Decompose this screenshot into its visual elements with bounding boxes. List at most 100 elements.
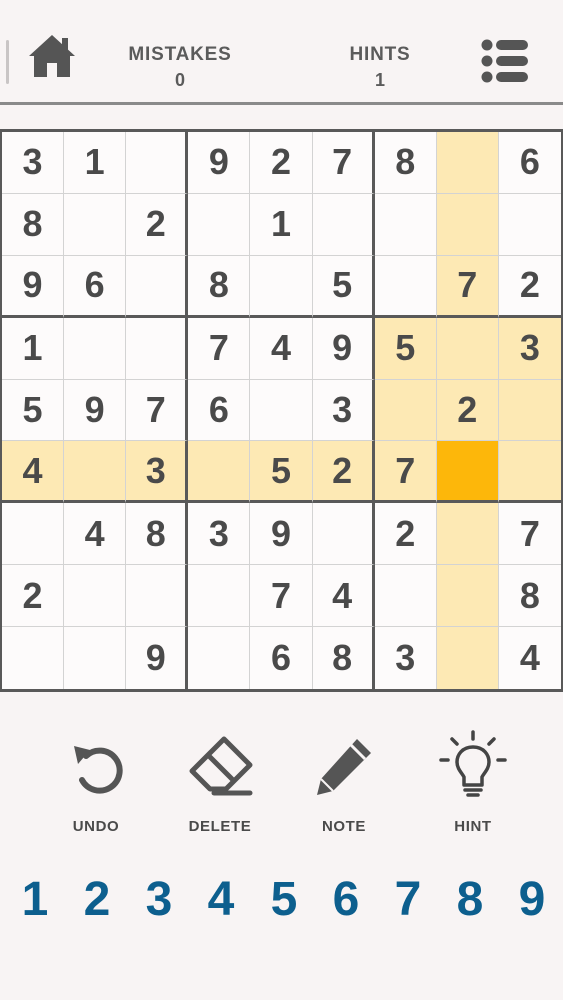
cell-r9-c9[interactable]: 4 [498, 627, 561, 689]
cell-r6-c5[interactable]: 5 [250, 441, 313, 504]
cell-r9-c1[interactable] [2, 627, 65, 689]
cell-r2-c9[interactable] [498, 193, 561, 256]
cell-r5-c7[interactable] [374, 379, 437, 442]
cell-r8-c4[interactable] [188, 565, 251, 628]
cell-r7-c9[interactable]: 7 [498, 503, 561, 566]
cell-r9-c5[interactable]: 6 [250, 627, 313, 689]
cell-r7-c1[interactable] [2, 503, 65, 566]
cell-r1-c9[interactable]: 6 [498, 132, 561, 194]
cell-r2-c3[interactable]: 2 [126, 193, 189, 256]
cell-r6-c9[interactable] [498, 441, 561, 504]
cell-r4-c8[interactable] [436, 317, 499, 380]
cell-r3-c3[interactable] [126, 255, 189, 318]
note-button[interactable]: NOTE [289, 726, 399, 835]
cell-r9-c3[interactable]: 9 [126, 627, 189, 689]
cell-r4-c5[interactable]: 4 [250, 317, 313, 380]
cell-r7-c6[interactable] [312, 503, 375, 566]
home-button[interactable] [26, 30, 78, 82]
numpad-key-6[interactable]: 6 [318, 864, 374, 934]
cell-r4-c3[interactable] [126, 317, 189, 380]
cell-r4-c9[interactable]: 3 [498, 317, 561, 380]
cell-r3-c6[interactable]: 5 [312, 255, 375, 318]
cell-r6-c7[interactable]: 7 [374, 441, 437, 504]
numpad-key-1[interactable]: 1 [7, 864, 63, 934]
numpad-key-2[interactable]: 2 [69, 864, 125, 934]
cell-r2-c4[interactable] [188, 193, 251, 256]
cell-r6-c3[interactable]: 3 [126, 441, 189, 504]
cell-r2-c2[interactable] [64, 193, 127, 256]
cell-r7-c4[interactable]: 3 [188, 503, 251, 566]
cell-r1-c1[interactable]: 3 [2, 132, 65, 194]
header-divider [0, 102, 563, 105]
cell-r8-c2[interactable] [64, 565, 127, 628]
mistakes-value: 0 [174, 70, 185, 90]
cell-r8-c6[interactable]: 4 [312, 565, 375, 628]
undo-button[interactable]: UNDO [41, 726, 151, 835]
cell-r4-c1[interactable]: 1 [2, 317, 65, 380]
cell-r6-c4[interactable] [188, 441, 251, 504]
cell-r5-c3[interactable]: 7 [126, 379, 189, 442]
cell-r6-c1[interactable]: 4 [2, 441, 65, 504]
numpad-key-8[interactable]: 8 [442, 864, 498, 934]
cell-r3-c9[interactable]: 2 [498, 255, 561, 318]
cell-r1-c2[interactable]: 1 [64, 132, 127, 194]
cell-r3-c4[interactable]: 8 [188, 255, 251, 318]
cell-r3-c1[interactable]: 9 [2, 255, 65, 318]
cell-r3-c5[interactable] [250, 255, 313, 318]
cell-r2-c8[interactable] [436, 193, 499, 256]
cell-r5-c5[interactable] [250, 379, 313, 442]
cell-r9-c7[interactable]: 3 [374, 627, 437, 689]
hint-button[interactable]: HINT [418, 726, 528, 835]
delete-button[interactable]: DELETE [165, 726, 275, 835]
cell-r4-c6[interactable]: 9 [312, 317, 375, 380]
cell-r9-c8[interactable] [436, 627, 499, 689]
cell-r5-c6[interactable]: 3 [312, 379, 375, 442]
cell-r1-c7[interactable]: 8 [374, 132, 437, 194]
cell-r9-c2[interactable] [64, 627, 127, 689]
cell-r8-c3[interactable] [126, 565, 189, 628]
cell-r2-c1[interactable]: 8 [2, 193, 65, 256]
cell-r3-c2[interactable]: 6 [64, 255, 127, 318]
cell-r1-c5[interactable]: 2 [250, 132, 313, 194]
cell-r2-c5[interactable]: 1 [250, 193, 313, 256]
cell-r3-c8[interactable]: 7 [436, 255, 499, 318]
cell-r6-c8[interactable] [436, 441, 499, 504]
cell-r6-c2[interactable] [64, 441, 127, 504]
cell-r5-c4[interactable]: 6 [188, 379, 251, 442]
cell-r7-c2[interactable]: 4 [64, 503, 127, 566]
hints-value: 1 [374, 70, 385, 90]
cell-r4-c7[interactable]: 5 [374, 317, 437, 380]
cell-r2-c7[interactable] [374, 193, 437, 256]
cell-r7-c7[interactable]: 2 [374, 503, 437, 566]
numpad-key-7[interactable]: 7 [380, 864, 436, 934]
cell-r7-c5[interactable]: 9 [250, 503, 313, 566]
cell-r1-c8[interactable] [436, 132, 499, 194]
cell-r9-c4[interactable] [188, 627, 251, 689]
numpad-key-4[interactable]: 4 [193, 864, 249, 934]
menu-button[interactable] [478, 36, 532, 86]
cell-r4-c4[interactable]: 7 [188, 317, 251, 380]
cell-r1-c6[interactable]: 7 [312, 132, 375, 194]
cell-r8-c1[interactable]: 2 [2, 565, 65, 628]
cell-r7-c3[interactable]: 8 [126, 503, 189, 566]
cell-r7-c8[interactable] [436, 503, 499, 566]
cell-r8-c9[interactable]: 8 [498, 565, 561, 628]
numpad-key-3[interactable]: 3 [131, 864, 187, 934]
cell-r5-c8[interactable]: 2 [436, 379, 499, 442]
cell-r6-c6[interactable]: 2 [312, 441, 375, 504]
cell-r9-c6[interactable]: 8 [312, 627, 375, 689]
numpad-key-9[interactable]: 9 [504, 864, 560, 934]
undo-icon [74, 746, 123, 794]
cell-r8-c5[interactable]: 7 [250, 565, 313, 628]
cell-r5-c1[interactable]: 5 [2, 379, 65, 442]
cell-r4-c2[interactable] [64, 317, 127, 380]
cell-r8-c7[interactable] [374, 565, 437, 628]
cell-r1-c4[interactable]: 9 [188, 132, 251, 194]
cell-r3-c7[interactable] [374, 255, 437, 318]
numpad-key-5[interactable]: 5 [256, 864, 312, 934]
cell-r1-c3[interactable] [126, 132, 189, 194]
cell-r5-c2[interactable]: 9 [64, 379, 127, 442]
cell-r8-c8[interactable] [436, 565, 499, 628]
cell-r5-c9[interactable] [498, 379, 561, 442]
cell-r2-c6[interactable] [312, 193, 375, 256]
